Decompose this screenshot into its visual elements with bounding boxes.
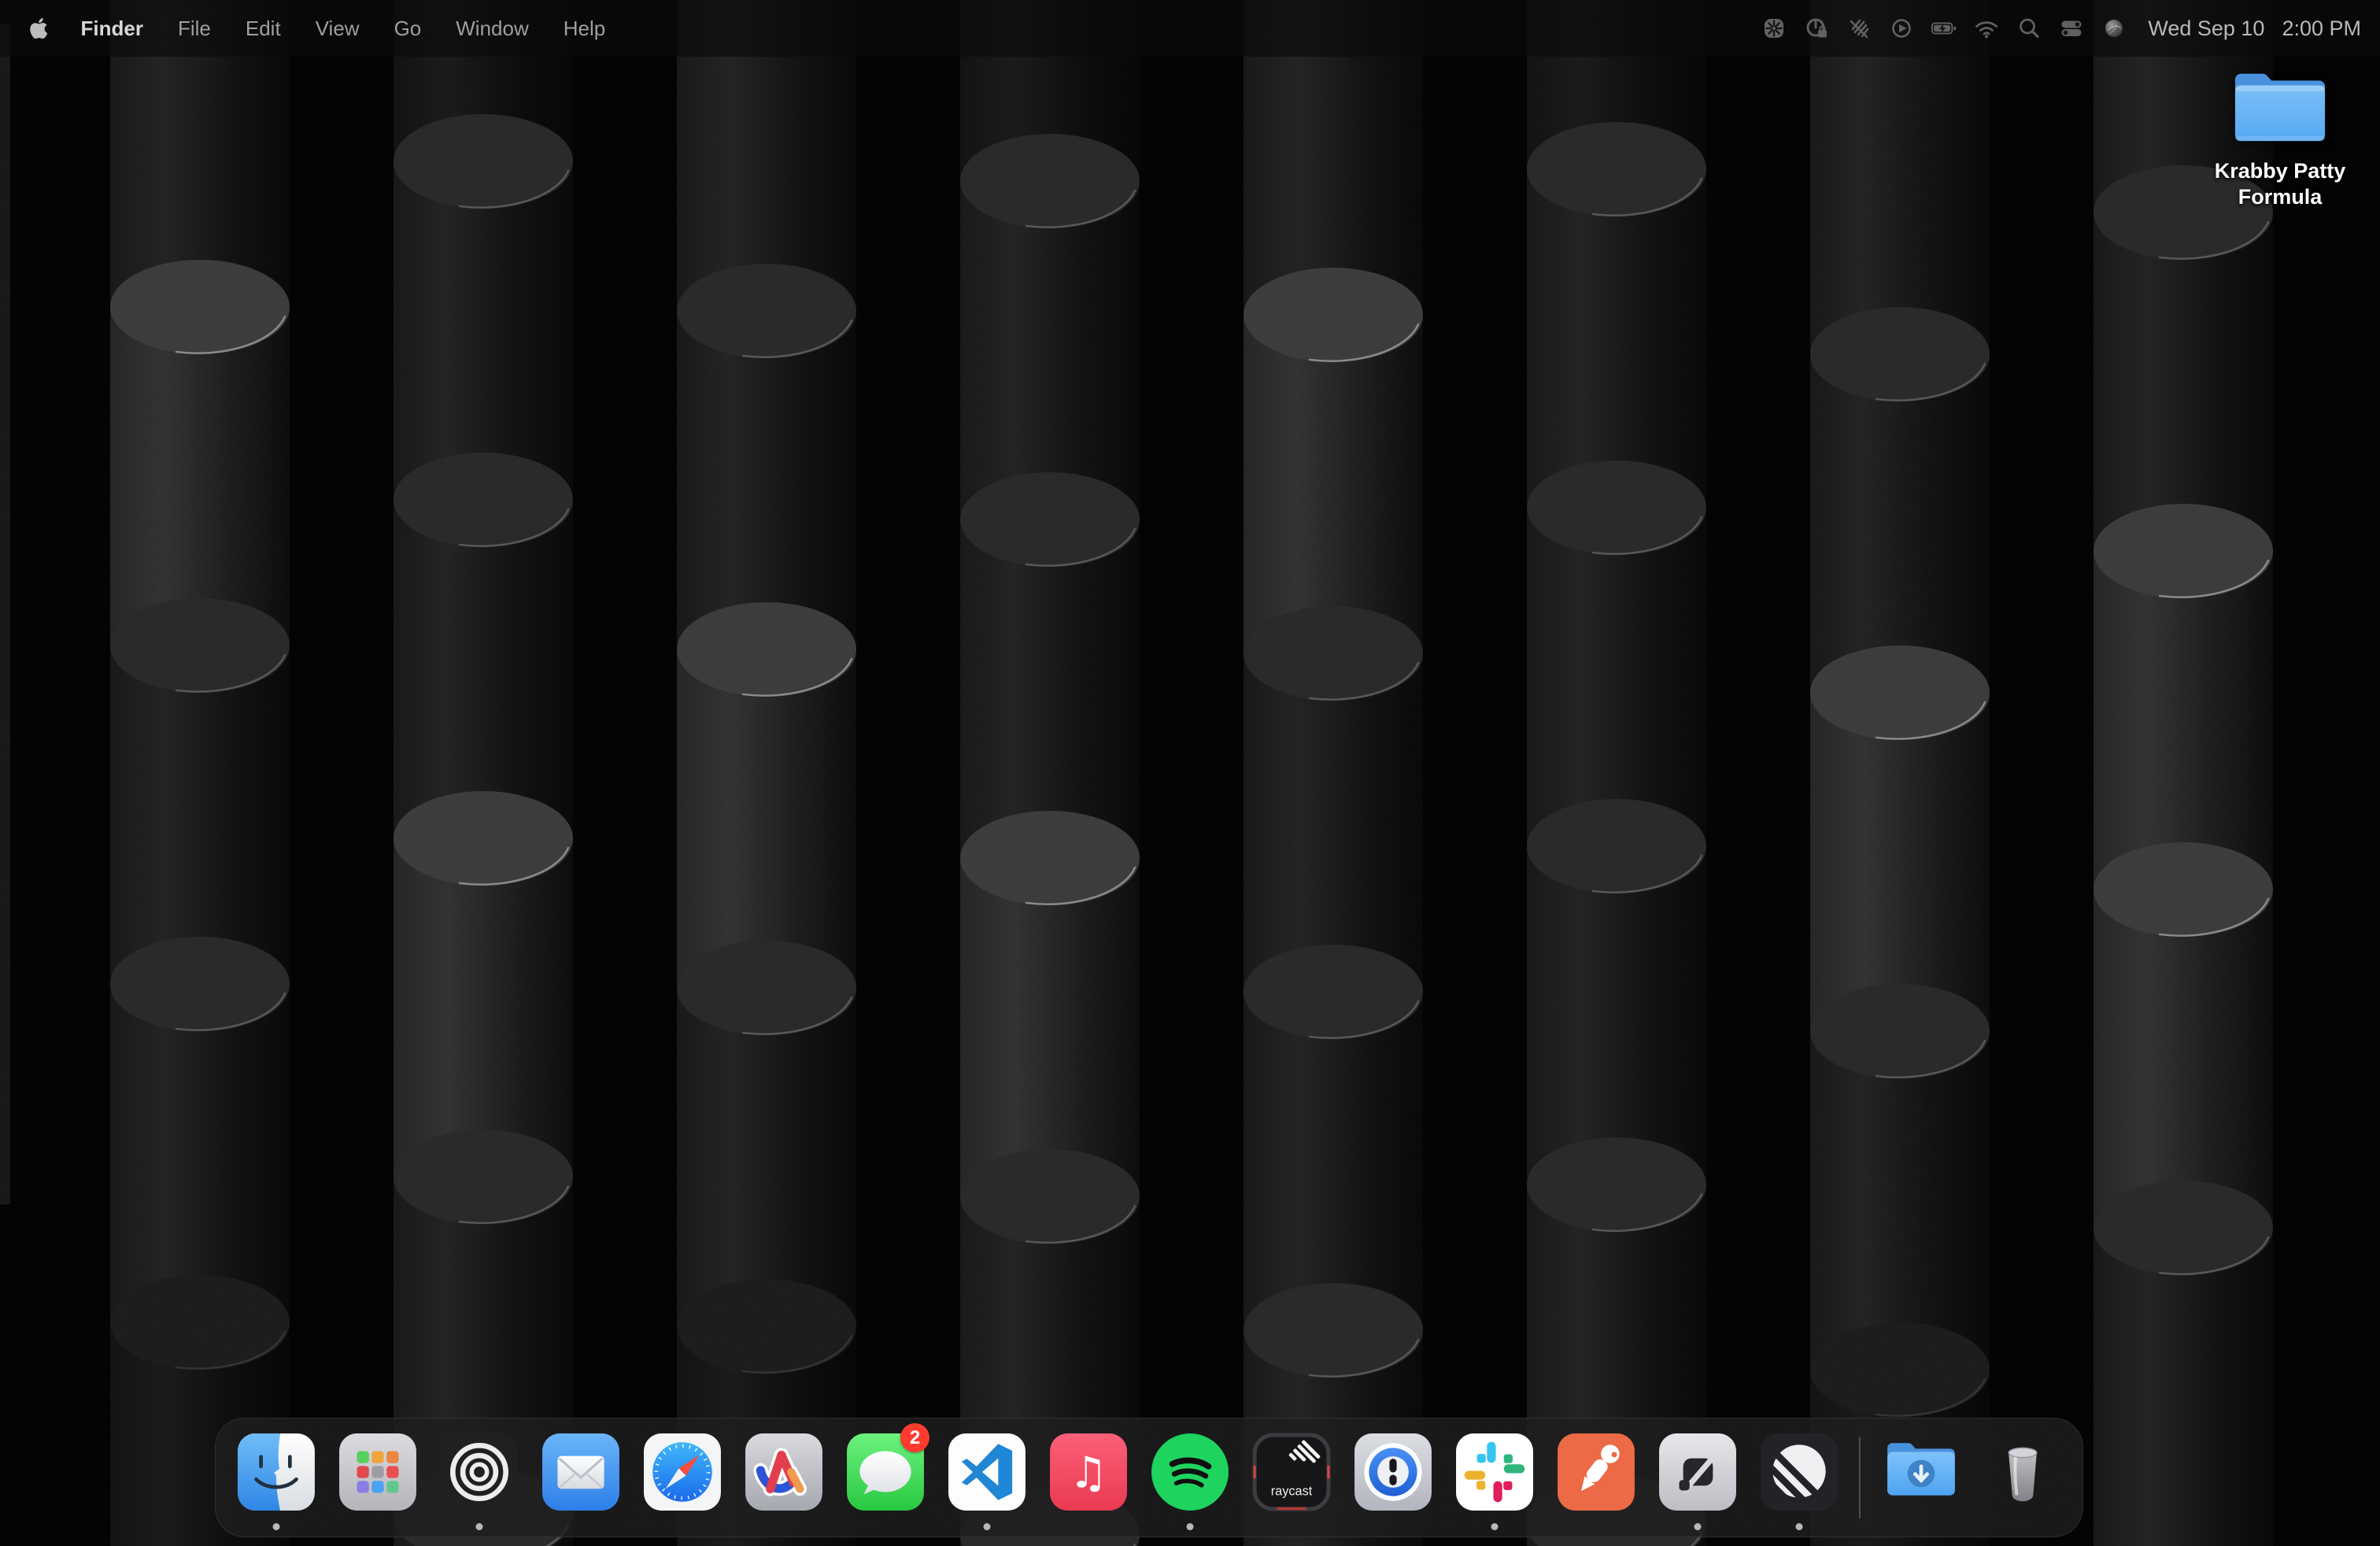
slashd-icon: [1658, 1432, 1738, 1512]
power-lock-icon[interactable]: [1795, 15, 1838, 42]
running-indicator: [1694, 1523, 1701, 1530]
status-icons: [1753, 15, 2135, 42]
music-icon: ♫: [1048, 1432, 1129, 1512]
battery-charging-icon[interactable]: [1923, 15, 1965, 42]
clock-date: Wed Sep 10: [2148, 17, 2264, 41]
wifi-icon[interactable]: [1965, 15, 2008, 42]
slack-icon: [1454, 1432, 1535, 1512]
folder-icon: [2231, 68, 2329, 152]
keyboard-slash-icon[interactable]: [1838, 15, 1880, 42]
dock-item-rings[interactable]: [428, 1418, 530, 1537]
clock-time: 2:00 PM: [2282, 17, 2361, 41]
menu-view[interactable]: View: [298, 17, 377, 40]
dock-item-raycast[interactable]: raycast: [1240, 1418, 1342, 1537]
rings-icon: [439, 1432, 519, 1512]
running-indicator: [475, 1523, 482, 1530]
svg-text:♫: ♫: [1069, 1447, 1107, 1497]
dock-divider: [1859, 1437, 1861, 1518]
dock-item-linear[interactable]: [1748, 1418, 1850, 1537]
running-indicator: [983, 1523, 990, 1530]
wallpaper: [0, 0, 2380, 1546]
safari-icon: [642, 1432, 722, 1512]
folder-label: Krabby Patty Formula: [2192, 158, 2369, 210]
linear-icon: [1759, 1432, 1839, 1512]
desktop-folder-krabby-patty[interactable]: Krabby Patty Formula: [2183, 68, 2377, 210]
running-indicator: [1795, 1523, 1802, 1530]
onepassword-icon: [1353, 1432, 1433, 1512]
spotlight-icon[interactable]: [2008, 15, 2050, 42]
trash-icon: [1983, 1432, 2063, 1512]
vscode-icon: [947, 1432, 1027, 1512]
dock-item-arc[interactable]: [733, 1418, 834, 1537]
svg-text:raycast: raycast: [1270, 1485, 1312, 1499]
downloads-icon: [1881, 1432, 1961, 1512]
notification-badge: 2: [900, 1423, 929, 1452]
dock-item-safari[interactable]: [631, 1418, 733, 1537]
raycast-icon: raycast: [1251, 1432, 1332, 1512]
dock-item-onepassword[interactable]: [1342, 1418, 1443, 1537]
menu-bar-status-area: Wed Sep 10 2:00 PM: [1753, 15, 2366, 42]
macos-desktop: FinderFileEditViewGoWindowHelp Wed Sep 1…: [0, 0, 2380, 1546]
dock-right-section: [1870, 1418, 2073, 1537]
arc-icon: [744, 1432, 824, 1512]
menu-bar-left: FinderFileEditViewGoWindowHelp: [14, 17, 623, 41]
dock-item-launchpad[interactable]: [327, 1418, 428, 1537]
mail-icon: [541, 1432, 621, 1512]
control-center-icon[interactable]: [2050, 15, 2093, 42]
dock-item-slashd[interactable]: [1646, 1418, 1748, 1537]
menu-bar-clock[interactable]: Wed Sep 10 2:00 PM: [2148, 17, 2366, 41]
spotify-icon: [1150, 1432, 1230, 1512]
siri-icon[interactable]: [2093, 15, 2135, 42]
dock-item-music[interactable]: ♫: [1037, 1418, 1139, 1537]
menu-window[interactable]: Window: [438, 17, 545, 40]
apple-menu-icon[interactable]: [14, 17, 64, 40]
running-indicator: [1491, 1523, 1498, 1530]
dock-item-slack[interactable]: [1443, 1418, 1545, 1537]
menu-bar: FinderFileEditViewGoWindowHelp Wed Sep 1…: [0, 0, 2380, 57]
dock-item-postman[interactable]: [1545, 1418, 1646, 1537]
running-indicator: [1186, 1523, 1193, 1530]
finder-icon: [236, 1432, 316, 1512]
app-menus: FinderFileEditViewGoWindowHelp: [64, 17, 623, 41]
dock-item-trash[interactable]: [1972, 1418, 2073, 1537]
menu-help[interactable]: Help: [546, 17, 623, 40]
starburst-icon[interactable]: [1753, 15, 1795, 42]
menu-go[interactable]: Go: [377, 17, 439, 40]
postman-icon: [1556, 1432, 1636, 1512]
dock-item-messages[interactable]: 2: [834, 1418, 936, 1537]
launchpad-icon: [338, 1432, 418, 1512]
menu-file[interactable]: File: [161, 17, 228, 40]
menu-edit[interactable]: Edit: [228, 17, 298, 40]
dock-item-downloads[interactable]: [1870, 1418, 1972, 1537]
dock-item-spotify[interactable]: [1139, 1418, 1240, 1537]
dock-item-mail[interactable]: [530, 1418, 631, 1537]
dock: 2 ♫ raycast: [215, 1418, 2083, 1537]
dock-item-vscode[interactable]: [936, 1418, 1037, 1537]
dock-item-finder[interactable]: [225, 1418, 327, 1537]
dock-apps: 2 ♫ raycast: [225, 1418, 1850, 1537]
now-playing-icon[interactable]: [1880, 15, 1923, 42]
menu-finder[interactable]: Finder: [64, 17, 161, 40]
running-indicator: [272, 1523, 279, 1530]
